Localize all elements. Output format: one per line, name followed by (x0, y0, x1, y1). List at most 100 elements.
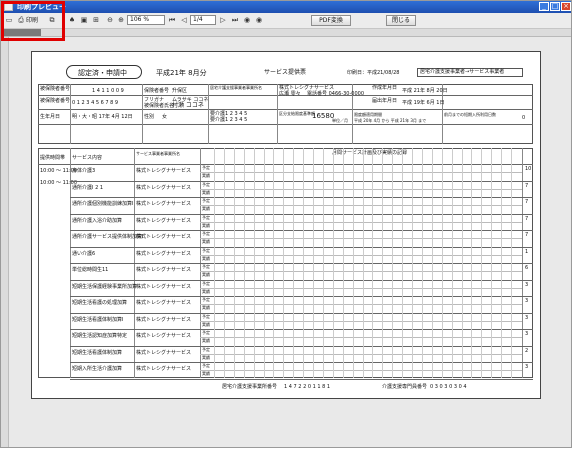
row-total: 3 (525, 331, 529, 337)
day-column-line (421, 148, 423, 378)
first-page-icon[interactable]: ⏮ (167, 15, 177, 25)
day-column-line (372, 148, 374, 378)
day-column-line (352, 148, 354, 378)
plan-label: 予定 (202, 165, 210, 170)
service-office: 株式トレシグナサービス (136, 333, 192, 339)
service-office: 株式トレシグナサービス (136, 217, 192, 224)
day-column-line (322, 148, 324, 378)
row-divider (70, 213, 533, 215)
row-divider (70, 329, 533, 330)
day-column-line (402, 148, 404, 378)
minimize-button[interactable]: _ (539, 2, 549, 11)
day-column-line (233, 148, 235, 378)
birth-date: 明・大・昭 17年 4月 12日 (72, 114, 133, 120)
row-total: 3 (525, 281, 529, 288)
row-total: 6 (525, 265, 529, 271)
last-page-icon[interactable]: ⏭ (230, 15, 240, 25)
service-name: 通い介護6 (72, 250, 96, 257)
day-column-line (332, 148, 334, 378)
row-half-divider (200, 304, 522, 306)
actual-label: 実績 (202, 288, 210, 294)
prev-days: 0 (522, 115, 526, 121)
row-divider (70, 246, 533, 248)
limit-label: 区分支給限度基準額 (279, 111, 315, 116)
col-time: 提供時間帯 (40, 155, 66, 161)
page-number-field[interactable]: 1/4 (190, 15, 216, 25)
insured-name: 村瀬 ココネ (172, 102, 204, 109)
name-label: 被保険者氏名 (144, 103, 175, 109)
horizontal-ruler (1, 29, 571, 37)
plan-label: 予定 (202, 280, 210, 286)
footer-label: 居宅介護支援事業所番号 (222, 384, 278, 390)
service-name: 通所介護個別機能訓練加算I (72, 201, 134, 207)
service-office: 株式トレシグナサービス (136, 366, 192, 372)
day-column-line (263, 148, 265, 378)
next-page-icon[interactable]: ▷ (218, 15, 228, 25)
toolbar-highlight (1, 1, 65, 41)
day-column-line (481, 148, 483, 378)
day-column-line (293, 148, 295, 378)
plan-label: 予定 (202, 231, 210, 236)
close-button[interactable]: 閉じる (386, 15, 416, 26)
day-column-line (303, 148, 305, 378)
office-label: 居宅介護支援事業者事業所名 (210, 85, 262, 90)
actual-label: 実績 (202, 305, 210, 310)
plan-label: 予定 (202, 363, 210, 368)
footer-no: 1 4 7 2 2 0 1 1 8 1 (284, 384, 331, 390)
col-service: サービス内容 (72, 155, 103, 161)
day-column-line (431, 148, 433, 378)
service-name: 身体介護3 (72, 168, 96, 174)
row-divider (70, 279, 533, 281)
row-divider (70, 345, 533, 347)
sex: 女 (162, 114, 168, 120)
actual-label: 実績 (202, 354, 210, 360)
actual-label: 実績 (202, 222, 210, 228)
single-page-icon[interactable]: ▣ (79, 15, 89, 25)
preview-window: 印刷プレビュー _ □ × ▭ ⎙ 印刷 ⧉ ♠ ▣ ⊞ ⊖ ⊕ 106 % ⏮… (0, 0, 572, 448)
insured-label: 被保険者番号 (40, 98, 71, 104)
service-office: 株式トレシグナサービス (136, 300, 192, 306)
row-half-divider (200, 172, 522, 174)
service-office: 株式トレシグナサービス (136, 184, 192, 191)
service-office: 株式トレシグナサービス (136, 349, 192, 356)
limit-unit: 単位／月 (332, 118, 348, 123)
day-column-line (501, 148, 503, 378)
row-half-divider (200, 370, 522, 372)
row-half-divider (200, 254, 522, 256)
notify-date: 平成 19年 6月 1日 (402, 100, 445, 106)
service-name: 通所介護入浴介助加算 (72, 217, 123, 224)
office-tel: 電話番号 0466-30-0000 (307, 91, 365, 97)
zoom-out-icon[interactable]: ⊖ (105, 15, 115, 25)
day-column-line (471, 148, 473, 378)
row-divider (70, 263, 533, 264)
insured-no: 1 4 1 1 0 0 9 (92, 88, 124, 94)
day-column-line (283, 148, 285, 378)
plan-label: 予定 (202, 247, 210, 253)
back-icon[interactable]: ◉ (242, 15, 252, 25)
service-office: 株式トレシグナサービス (136, 250, 192, 257)
row-total: 3 (525, 314, 529, 321)
row-half-divider (200, 205, 522, 207)
row-half-divider (200, 238, 522, 240)
multi-page-icon[interactable]: ⊞ (91, 15, 101, 25)
zoom-in-icon[interactable]: ⊕ (116, 15, 126, 25)
zoom-select[interactable]: 106 % (127, 15, 165, 25)
row-divider (70, 362, 533, 363)
row-divider (70, 312, 533, 314)
binoculars-icon[interactable]: ♠ (67, 15, 77, 25)
period: 平成 20年 4月 から 平成 21年 3月 まで (354, 118, 427, 123)
forward-icon[interactable]: ◉ (254, 15, 264, 25)
service-office: 株式トレシグナサービス (136, 234, 192, 240)
row-total: 2 (525, 347, 529, 354)
prev-page-icon[interactable]: ◁ (179, 15, 189, 25)
maximize-button[interactable]: □ (550, 2, 560, 11)
row-total: 7 (525, 182, 529, 189)
row-half-divider (200, 337, 522, 339)
notify-label: 届出年月日 (372, 98, 398, 104)
col-office: サービス事業者事業所名 (136, 151, 180, 156)
toolbar: ▭ ⎙ 印刷 ⧉ ♠ ▣ ⊞ ⊖ ⊕ 106 % ⏮ ◁ 1/4 ▷ ⏭ ◉ ◉… (1, 13, 571, 29)
limit-amount: 16580 (312, 112, 335, 120)
close-window-button[interactable]: × (561, 2, 571, 11)
day-column-line (223, 148, 225, 378)
pdf-convert-button[interactable]: PDF変換 (311, 15, 351, 26)
